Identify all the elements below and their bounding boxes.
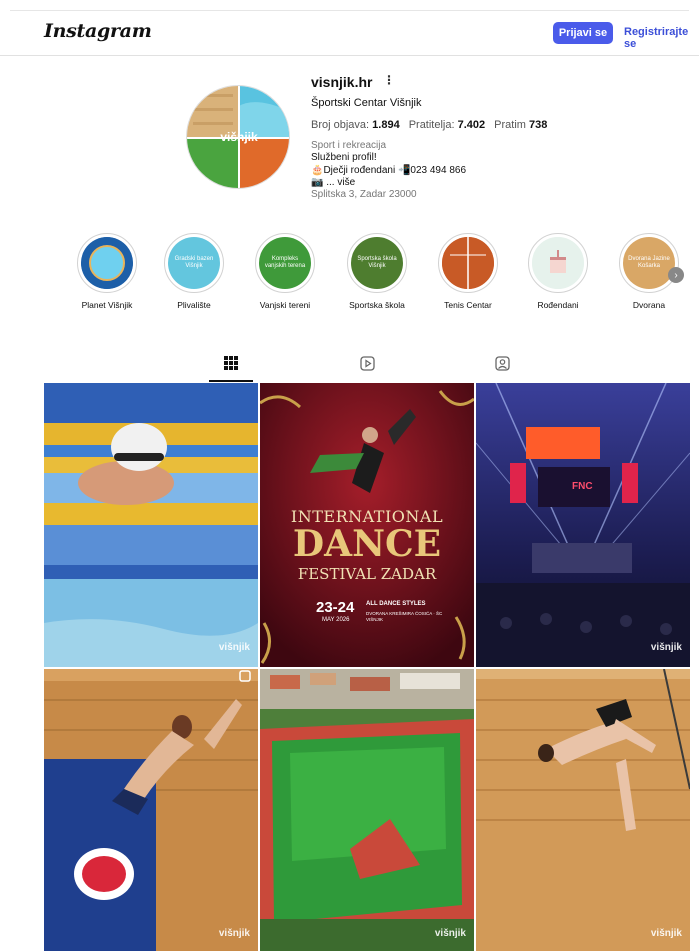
festival-title-line3: FESTIVAL ZADAR: [297, 565, 437, 583]
chevron-right-icon[interactable]: ›: [668, 267, 684, 283]
profile-avatar[interactable]: višnjik: [186, 85, 290, 189]
watermark-logo: višnjik: [218, 928, 250, 939]
profile-tabs: [44, 350, 689, 382]
highlight-planet-visnjik[interactable]: Planet Višnjik: [64, 233, 150, 310]
tagged-icon: [494, 356, 510, 371]
highlight-sportska-skola[interactable]: Sportska škola Višnjik Sportska škola: [334, 233, 420, 310]
tab-reels[interactable]: [345, 356, 389, 382]
highlight-label: Planet Višnjik: [81, 300, 133, 310]
bio-category: Sport i rekreacija: [311, 140, 387, 151]
bio-line-1: Službeni profil!: [311, 152, 377, 164]
tennis-court-icon: [442, 237, 494, 289]
post-diver-1[interactable]: višnjik: [44, 669, 258, 951]
top-divider: [10, 10, 689, 11]
highlight-label: Tenis Centar: [444, 300, 492, 310]
highlight-vanjski-tereni[interactable]: Kompleks vanjskih terena Vanjski tereni: [242, 233, 328, 310]
instagram-logo[interactable]: Instagram: [44, 20, 152, 42]
highlight-label: Rođendani: [537, 300, 579, 310]
post-swimmer[interactable]: višnjik: [44, 383, 258, 667]
highlight-cover-text: Gradski bazen Višnjik: [174, 256, 214, 269]
profile-bio: Sport i rekreacija Službeni profil! 🎂Dje…: [311, 140, 466, 201]
highlight-cover-text: Kompleks vanjskih terena: [264, 256, 306, 269]
post-fnc-arena[interactable]: FNC višnjik: [476, 383, 690, 667]
active-tab-indicator: [209, 380, 253, 382]
watermark-logo: višnjik: [650, 928, 682, 939]
story-highlights: Planet Višnjik Gradski bazen Višnjik Pli…: [64, 233, 689, 323]
profile-stats: Broj objava: 1.894 Pratitelja: 7.402 Pra…: [311, 119, 547, 131]
grid-icon: [224, 356, 238, 370]
bio-address: Splitska 3, Zadar 23000: [311, 189, 417, 201]
avatar-logo-text: višnjik: [220, 130, 258, 144]
reels-icon: [359, 356, 375, 371]
watermark-logo: višnjik: [218, 642, 250, 653]
festival-styles: ALL DANCE STYLES: [366, 601, 426, 607]
tab-tagged[interactable]: [480, 356, 524, 382]
post-image: [476, 669, 690, 951]
post-dance-festival[interactable]: INTERNATIONAL DANCE FESTIVAL ZADAR 23-24…: [260, 383, 474, 667]
watermark-logo: višnjik: [650, 642, 682, 653]
post-image: [44, 383, 258, 667]
planet-icon: [81, 237, 133, 289]
bio-more-link[interactable]: 📷 ... više: [311, 177, 466, 189]
highlight-cover-text: Sportska škola Višnjik: [357, 256, 397, 269]
login-button[interactable]: Prijavi se: [553, 22, 613, 44]
festival-month: MAY 2026: [322, 617, 350, 623]
posts-count: Broj objava: 1.894: [311, 119, 400, 131]
highlight-rodendani[interactable]: Rođendani: [515, 233, 601, 310]
festival-dates: 23-24: [316, 599, 355, 616]
highlight-label: Sportska škola: [349, 300, 405, 310]
tab-posts[interactable]: [209, 356, 253, 382]
profile-username: visnjik.hr: [311, 74, 373, 90]
profile-full-name: Športski Centar Višnjik: [311, 97, 422, 109]
post-image: [260, 669, 474, 951]
post-image: [44, 669, 258, 951]
festival-venue: DVORANA KREŠIMIRA ĆOSIĆA · ŠC VIŠNJIK: [366, 611, 443, 622]
highlight-label: Dvorana: [632, 300, 666, 310]
following-count[interactable]: Pratim 738: [494, 119, 547, 131]
followers-count[interactable]: Pratitelja: 7.402: [409, 119, 485, 131]
post-diver-2[interactable]: višnjik: [476, 669, 690, 951]
highlight-label: Plivalište: [177, 300, 211, 310]
highlight-cover-text: Dvorana Jazine Košarka: [628, 256, 670, 269]
bio-line-2: 🎂Dječji rođendani 📲023 494 866: [311, 164, 466, 176]
arena-screen-text: FNC: [572, 481, 593, 492]
highlight-plivaliste[interactable]: Gradski bazen Višnjik Plivalište: [151, 233, 237, 310]
top-bar: Instagram Prijavi se Registrirajte se: [0, 0, 699, 56]
cake-icon: [532, 237, 584, 289]
register-link[interactable]: Registrirajte se: [624, 26, 699, 50]
post-image: [476, 383, 690, 667]
more-dots-icon[interactable]: ⋮: [383, 73, 395, 87]
watermark-logo: višnjik: [434, 928, 466, 939]
highlight-label: Vanjski tereni: [259, 300, 311, 310]
post-aerial-stadium[interactable]: višnjik: [260, 669, 474, 951]
festival-title-line2: DANCE: [292, 523, 442, 565]
highlight-tenis-centar[interactable]: Tenis Centar: [425, 233, 511, 310]
